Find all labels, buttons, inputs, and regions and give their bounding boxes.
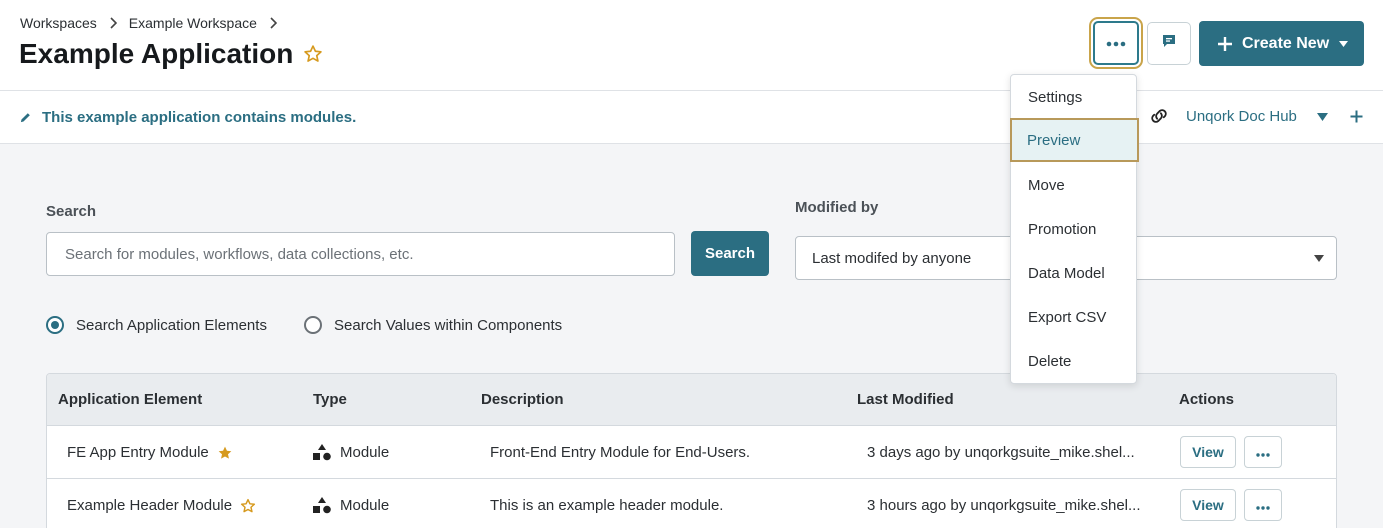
more-options-button[interactable] [1089,17,1143,69]
table-row[interactable]: Example Header Module Module This is an … [47,479,1336,528]
page-title: Example Application [19,38,323,70]
application-elements-table: Application Element Type Description Las… [46,373,1337,528]
plus-icon [1217,36,1233,52]
column-header-application-element[interactable]: Application Element [58,391,202,408]
breadcrumb-workspaces[interactable]: Workspaces [20,15,97,31]
column-header-last-modified[interactable]: Last Modified [857,391,954,408]
ellipsis-icon [1256,497,1270,514]
ellipsis-icon [1106,34,1126,52]
star-outline-icon[interactable] [240,498,256,514]
element-name-cell[interactable]: FE App Entry Module [67,444,233,461]
breadcrumb-example-workspace[interactable]: Example Workspace [129,15,257,31]
menu-item-data-model[interactable]: Data Model [1011,251,1136,295]
module-icon [313,497,331,514]
menu-item-settings[interactable]: Settings [1011,75,1136,119]
type-cell: Module [313,497,389,514]
element-name: Example Header Module [67,497,233,514]
view-button[interactable]: View [1180,489,1236,521]
caret-down-icon [1314,255,1324,262]
comment-icon [1162,34,1176,53]
create-new-button[interactable]: Create New [1199,21,1364,66]
caret-down-icon [1339,40,1349,47]
chevron-right-icon [269,17,277,29]
menu-item-promotion[interactable]: Promotion [1011,207,1136,251]
create-new-label: Create New [1242,34,1330,52]
menu-item-delete[interactable]: Delete [1011,339,1136,383]
element-last-modified: 3 days ago by unqorkgsuite_mike.shel... [867,444,1135,461]
ellipsis-icon [1256,444,1270,461]
page-header: Workspaces Example Workspace Example App… [0,0,1383,91]
column-header-type[interactable]: Type [313,391,347,408]
search-label: Search [46,203,97,220]
column-header-actions: Actions [1179,391,1235,408]
comments-button[interactable] [1147,22,1191,65]
element-description: Front-End Entry Module for End-Users. [490,444,751,461]
table-row[interactable]: FE App Entry Module Module Front-End Ent… [47,426,1336,479]
more-options-menu: Settings Preview Move Promotion Data Mod… [1010,74,1139,384]
plus-icon[interactable] [1350,110,1363,123]
column-header-description[interactable]: Description [481,391,564,408]
page-title-text: Example Application [19,38,294,69]
application-description[interactable]: This example application contains module… [20,109,356,126]
application-description-text: This example application contains module… [42,109,357,126]
search-button[interactable]: Search [691,231,769,276]
module-icon [313,444,331,461]
element-description: This is an example header module. [490,497,724,514]
menu-item-move[interactable]: Move [1011,163,1136,207]
radio-label: Search Values within Components [334,316,563,334]
star-filled-icon[interactable] [217,445,233,461]
doc-hub-link[interactable]: Unqork Doc Hub [1186,108,1297,125]
chevron-right-icon [109,17,117,29]
description-bar: This example application contains module… [0,91,1383,144]
modified-by-label: Modified by [795,199,879,216]
menu-item-export-csv[interactable]: Export CSV [1011,295,1136,339]
link-icon[interactable] [1148,107,1170,125]
element-type: Module [340,444,390,461]
type-cell: Module [313,444,389,461]
radio-search-application-elements[interactable]: Search Application Elements [46,316,267,334]
radio-label: Search Application Elements [76,316,267,334]
menu-item-preview[interactable]: Preview [1010,118,1139,162]
row-more-options-button[interactable] [1244,436,1282,468]
caret-down-icon[interactable] [1317,113,1328,121]
radio-search-values-within-components[interactable]: Search Values within Components [304,316,562,334]
view-button[interactable]: View [1180,436,1236,468]
element-name-cell[interactable]: Example Header Module [67,497,256,514]
radio-selected-icon [46,316,64,334]
element-type: Module [340,497,390,514]
search-input[interactable] [46,232,675,276]
pencil-icon [20,112,31,123]
breadcrumb: Workspaces Example Workspace [20,15,289,31]
element-name: FE App Entry Module [67,444,209,461]
element-last-modified: 3 hours ago by unqorkgsuite_mike.shel... [867,497,1141,514]
table-header: Application Element Type Description Las… [47,374,1336,426]
modified-by-value: Last modifed by anyone [812,250,972,267]
radio-unselected-icon [304,316,322,334]
row-more-options-button[interactable] [1244,489,1282,521]
star-outline-icon[interactable] [303,44,323,64]
